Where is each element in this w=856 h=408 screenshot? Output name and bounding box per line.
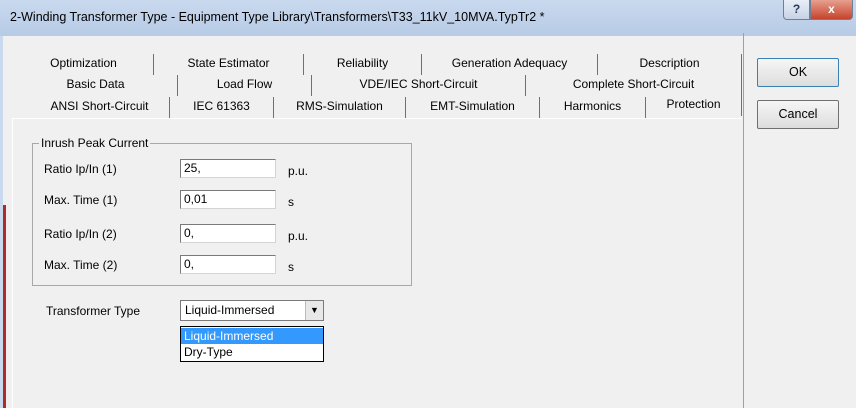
close-button[interactable]: x [810,0,853,20]
panel-divider [743,33,744,408]
max-time-2-label: Max. Time (2) [44,258,118,272]
help-button[interactable]: ? [783,0,810,20]
tab-harmonics[interactable]: Harmonics [540,97,646,118]
transformer-type-dropdown: Liquid-Immersed Dry-Type [180,326,324,362]
max-time-2-unit: s [288,260,294,274]
tab-vde-iec-short-circuit[interactable]: VDE/IEC Short-Circuit [312,75,526,96]
transformer-type-select[interactable]: Liquid-Immersed ▼ [180,300,324,321]
tab-generation-adequacy[interactable]: Generation Adequacy [422,54,598,75]
tab-load-flow[interactable]: Load Flow [178,75,312,96]
ratio-1-label: Ratio Ip/In (1) [44,162,117,176]
max-time-2-input[interactable]: 0, [180,255,276,274]
option-dry-type[interactable]: Dry-Type [181,344,323,360]
transformer-type-value: Liquid-Immersed [185,303,275,317]
frame-accent [3,205,6,408]
ratio-1-input[interactable]: 25, [180,159,276,178]
max-time-1-label: Max. Time (1) [44,193,118,207]
tab-optimization[interactable]: Optimization [14,54,154,75]
tab-complete-short-circuit[interactable]: Complete Short-Circuit [526,75,742,96]
ok-button[interactable]: OK [757,58,839,87]
group-legend: Inrush Peak Current [41,136,149,150]
tab-ansi-short-circuit[interactable]: ANSI Short-Circuit [30,97,170,118]
ratio-2-label: Ratio Ip/In (2) [44,227,117,241]
cancel-button[interactable]: Cancel [757,100,839,129]
tab-state-estimator[interactable]: State Estimator [154,54,304,75]
tab-reliability[interactable]: Reliability [304,54,422,75]
tab-rms-simulation[interactable]: RMS-Simulation [274,97,406,118]
option-liquid-immersed[interactable]: Liquid-Immersed [181,328,323,344]
window-title: 2-Winding Transformer Type - Equipment T… [10,10,545,24]
tab-emt-simulation[interactable]: EMT-Simulation [406,97,540,118]
tab-iec-61363[interactable]: IEC 61363 [170,97,274,118]
ratio-2-unit: p.u. [288,229,309,243]
ratio-2-input[interactable]: 0, [180,224,276,243]
dialog-window: 2-Winding Transformer Type - Equipment T… [0,0,856,408]
transformer-type-label: Transformer Type [46,304,141,318]
tab-description[interactable]: Description [598,54,742,75]
tab-protection[interactable]: Protection [646,95,742,116]
chevron-down-icon[interactable]: ▼ [305,301,323,320]
max-time-1-input[interactable]: 0,01 [180,190,276,209]
tab-basic-data[interactable]: Basic Data [14,75,178,96]
title-bar: 2-Winding Transformer Type - Equipment T… [0,0,856,36]
max-time-1-unit: s [288,195,294,209]
ratio-1-unit: p.u. [288,164,309,178]
